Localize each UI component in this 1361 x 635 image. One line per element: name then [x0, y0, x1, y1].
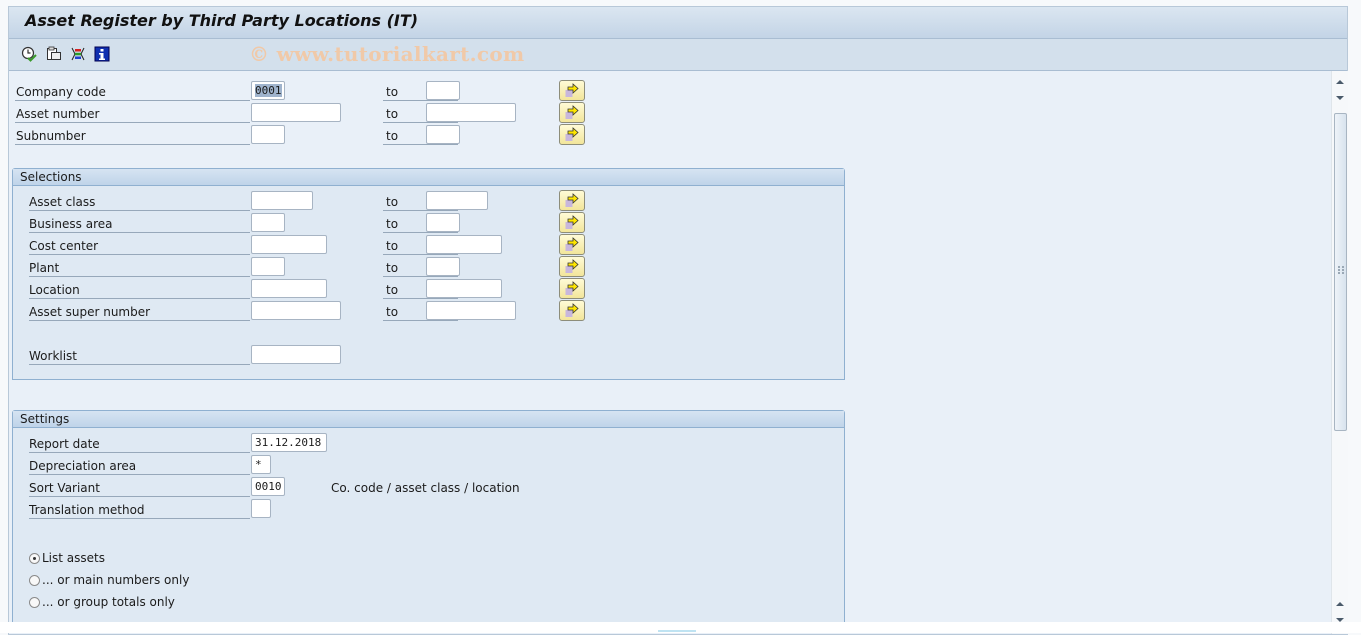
- plant-label: Plant: [29, 257, 250, 277]
- translation-method-label: Translation method: [29, 499, 250, 519]
- radio-group-totals-only[interactable]: ... or group totals only: [29, 593, 175, 611]
- cost-center-to-input[interactable]: [426, 235, 502, 254]
- translation-method-row: Translation method: [9, 499, 609, 519]
- location-row: Location to: [9, 278, 609, 299]
- asset-class-label: Asset class: [29, 191, 250, 211]
- cost-center-row: Cost center to: [9, 234, 609, 255]
- settings-group-title: Settings: [13, 411, 844, 428]
- business-area-to-input[interactable]: [426, 213, 460, 232]
- depreciation-area-row: Depreciation area *: [9, 455, 609, 475]
- radio-main-numbers-only[interactable]: ... or main numbers only: [29, 571, 189, 589]
- business-area-multiple-selection-button[interactable]: [559, 212, 585, 233]
- sort-variant-label: Sort Variant: [29, 477, 250, 497]
- scroll-up-icon[interactable]: [1332, 74, 1348, 90]
- location-label: Location: [29, 279, 250, 299]
- subnumber-from-input[interactable]: [251, 125, 285, 144]
- radio-unselected-icon: [29, 575, 40, 586]
- status-indicator: [658, 630, 696, 632]
- subnumber-row: Subnumber to: [9, 124, 609, 145]
- page-title: Asset Register by Third Party Locations …: [25, 11, 419, 30]
- asset-class-row: Asset class to: [9, 190, 609, 211]
- selections-group-title: Selections: [13, 169, 844, 186]
- title-bar: Asset Register by Third Party Locations …: [9, 7, 1347, 39]
- subnumber-to-input[interactable]: [426, 125, 460, 144]
- location-multiple-selection-button[interactable]: [559, 278, 585, 299]
- business-area-label: Business area: [29, 213, 250, 233]
- information-icon[interactable]: [94, 46, 110, 62]
- grip-icon: [1338, 266, 1344, 274]
- sort-variant-description: Co. code / asset class / location: [331, 481, 520, 495]
- watermark: © www.tutorialkart.com: [249, 42, 525, 66]
- radio-list-assets[interactable]: List assets: [29, 549, 105, 567]
- plant-to-input[interactable]: [426, 257, 460, 276]
- vertical-scrollbar[interactable]: [1331, 71, 1348, 634]
- depreciation-area-label: Depreciation area: [29, 455, 250, 475]
- asset-super-number-label: Asset super number: [29, 301, 250, 321]
- translation-method-input[interactable]: [251, 499, 271, 518]
- radio-unselected-icon: [29, 597, 40, 608]
- location-from-input[interactable]: [251, 279, 327, 298]
- location-to-input[interactable]: [426, 279, 502, 298]
- asset-class-multiple-selection-button[interactable]: [559, 190, 585, 211]
- worklist-row: Worklist: [9, 345, 609, 365]
- report-date-input[interactable]: 31.12.2018: [251, 433, 327, 452]
- report-date-label: Report date: [29, 433, 250, 453]
- asset-class-from-input[interactable]: [251, 191, 313, 210]
- asset-number-multiple-selection-button[interactable]: [559, 102, 585, 123]
- scrollbar-thumb[interactable]: [1334, 113, 1347, 431]
- business-area-from-input[interactable]: [251, 213, 285, 232]
- dynamic-selections-icon[interactable]: [70, 46, 86, 62]
- asset-number-to-input[interactable]: [426, 103, 516, 122]
- company-code-row: Company code 0001 to: [9, 80, 609, 101]
- report-date-row: Report date 31.12.2018: [9, 433, 609, 453]
- scroll-page-up-icon[interactable]: [1332, 596, 1348, 612]
- company-code-label: Company code: [15, 81, 250, 101]
- plant-from-input[interactable]: [251, 257, 285, 276]
- cost-center-multiple-selection-button[interactable]: [559, 234, 585, 255]
- radio-selected-icon: [29, 553, 40, 564]
- asset-class-to-input[interactable]: [426, 191, 488, 210]
- company-code-from-input[interactable]: 0001: [251, 81, 285, 100]
- plant-multiple-selection-button[interactable]: [559, 256, 585, 277]
- company-code-to-input[interactable]: [426, 81, 460, 100]
- asset-number-from-input[interactable]: [251, 103, 341, 122]
- asset-super-number-row: Asset super number to: [9, 300, 609, 321]
- worklist-label: Worklist: [29, 345, 250, 365]
- subnumber-multiple-selection-button[interactable]: [559, 124, 585, 145]
- subnumber-label: Subnumber: [15, 125, 250, 145]
- execute-icon[interactable]: [21, 46, 37, 62]
- worklist-input[interactable]: [251, 345, 341, 364]
- asset-number-row: Asset number to: [9, 102, 609, 123]
- selection-screen: Company code 0001 to Asset number to Sub…: [9, 71, 1331, 634]
- sort-variant-input[interactable]: 0010: [251, 477, 285, 496]
- cost-center-label: Cost center: [29, 235, 250, 255]
- asset-super-number-multiple-selection-button[interactable]: [559, 300, 585, 321]
- cost-center-from-input[interactable]: [251, 235, 327, 254]
- status-area: [0, 622, 1361, 633]
- business-area-row: Business area to: [9, 212, 609, 233]
- application-toolbar: © www.tutorialkart.com: [9, 39, 1347, 71]
- sap-window: Asset Register by Third Party Locations …: [8, 6, 1348, 635]
- asset-number-label: Asset number: [15, 103, 250, 123]
- company-code-multiple-selection-button[interactable]: [559, 80, 585, 101]
- get-variant-icon[interactable]: [46, 46, 62, 62]
- sort-variant-row: Sort Variant 0010 Co. code / asset class…: [9, 477, 709, 497]
- scroll-down-icon[interactable]: [1332, 90, 1348, 106]
- plant-row: Plant to: [9, 256, 609, 277]
- asset-super-number-from-input[interactable]: [251, 301, 341, 320]
- asset-super-number-to-input[interactable]: [426, 301, 516, 320]
- depreciation-area-input[interactable]: *: [251, 455, 271, 474]
